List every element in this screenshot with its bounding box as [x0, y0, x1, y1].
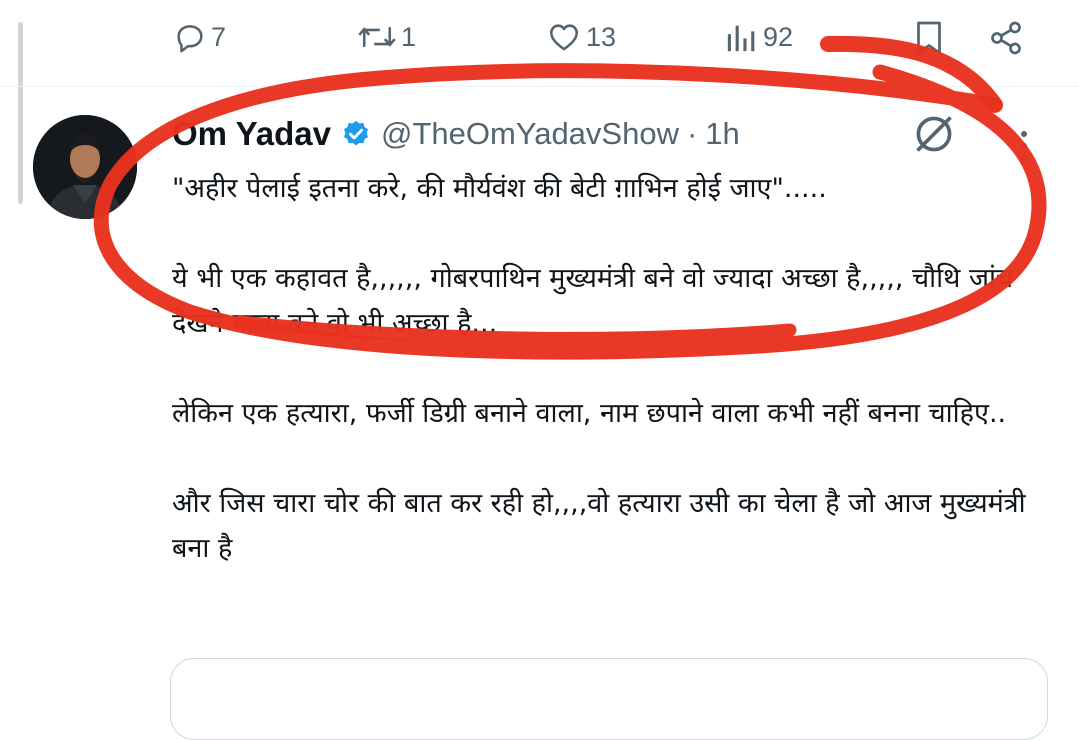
- retweet-count: 1: [401, 21, 417, 52]
- grok-button[interactable]: [912, 112, 956, 160]
- more-dots-icon: [1021, 131, 1027, 161]
- bookmark-icon: [917, 21, 941, 55]
- verified-badge-icon: [344, 120, 368, 146]
- tweet-header: Om Yadav @TheOmYadavShow · 1h: [172, 110, 740, 158]
- tweet-text: "अहीर पेलाई इतना करे, की मौर्यवंश की बेट…: [172, 173, 1026, 564]
- heart-icon: [549, 24, 579, 51]
- share-icon: [991, 21, 1021, 55]
- author-handle[interactable]: @TheOmYadavShow: [381, 116, 679, 152]
- verified-badge: [341, 119, 371, 149]
- bookmark-button[interactable]: [914, 20, 944, 56]
- action-bar: 7 1 13 92: [0, 12, 1079, 64]
- grok-icon: [916, 116, 952, 152]
- like-count: 13: [586, 21, 617, 52]
- avatar-portrait: [33, 115, 137, 219]
- reply-icon: [177, 25, 203, 53]
- views-count: 92: [763, 21, 794, 52]
- more-button[interactable]: [1018, 128, 1030, 168]
- retweet-button[interactable]: 1: [357, 20, 416, 54]
- reply-button[interactable]: 7: [173, 20, 226, 54]
- retweet-icon: [358, 27, 396, 47]
- quoted-tweet-card[interactable]: [170, 658, 1048, 740]
- like-button[interactable]: 13: [546, 20, 616, 54]
- reply-count: 7: [211, 21, 227, 52]
- share-button[interactable]: [988, 20, 1024, 56]
- tweet-timestamp[interactable]: 1h: [705, 116, 739, 152]
- author-name[interactable]: Om Yadav: [172, 115, 331, 153]
- separator-dot: ·: [686, 116, 698, 151]
- views-button[interactable]: 92: [725, 20, 793, 54]
- avatar[interactable]: [33, 115, 137, 219]
- views-chart-icon: [727, 25, 755, 52]
- divider: [0, 86, 1079, 87]
